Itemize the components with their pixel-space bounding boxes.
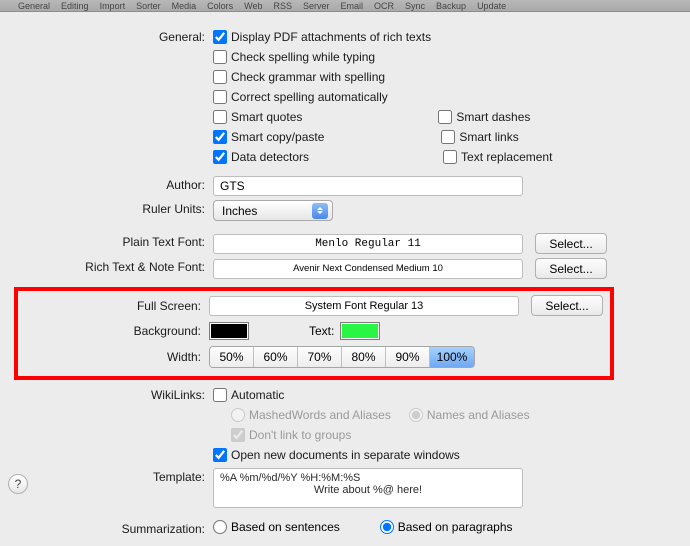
opt-check-spelling-typing[interactable]: Check spelling while typing	[213, 48, 672, 66]
summarization-paragraphs-radio[interactable]: Based on paragraphs	[380, 520, 513, 534]
background-color-well[interactable]	[209, 322, 249, 340]
width-segmented-control[interactable]: 50% 60% 70% 80% 90% 100%	[209, 346, 475, 368]
tab-sorter[interactable]: Sorter	[132, 1, 165, 11]
tab-sync[interactable]: Sync	[401, 1, 429, 11]
wikilinks-label: WikiLinks:	[18, 386, 213, 402]
opt-smart-quotes[interactable]: Smart quotes	[213, 108, 302, 126]
width-70[interactable]: 70%	[298, 347, 342, 367]
full-screen-highlight: Full Screen: System Font Regular 13 Sele…	[14, 287, 614, 380]
opt-correct-spelling[interactable]: Correct spelling automatically	[213, 88, 672, 106]
summarization-label: Summarization:	[18, 520, 213, 536]
tab-import[interactable]: Import	[96, 1, 130, 11]
text-color-label: Text:	[309, 324, 334, 338]
text-color-well[interactable]	[340, 322, 380, 340]
dropdown-arrows-icon	[312, 203, 328, 219]
plain-text-font-label: Plain Text Font:	[18, 233, 213, 249]
tab-editing[interactable]: Editing	[57, 1, 93, 11]
rich-text-font-select-button[interactable]: Select...	[535, 258, 607, 279]
tab-email[interactable]: Email	[337, 1, 368, 11]
tab-web[interactable]: Web	[240, 1, 266, 11]
width-60[interactable]: 60%	[254, 347, 298, 367]
preference-tabbar[interactable]: General Editing Import Sorter Media Colo…	[0, 0, 690, 12]
width-100[interactable]: 100%	[430, 347, 474, 367]
tab-rss[interactable]: RSS	[269, 1, 296, 11]
template-label: Template:	[18, 468, 213, 484]
opt-text-replacement[interactable]: Text replacement	[443, 148, 552, 166]
opt-smart-copy-paste[interactable]: Smart copy/paste	[213, 128, 324, 146]
author-label: Author:	[18, 176, 213, 192]
width-50[interactable]: 50%	[210, 347, 254, 367]
help-button[interactable]: ?	[8, 474, 28, 494]
preference-pane: General: Display PDF attachments of rich…	[0, 12, 690, 546]
ruler-units-label: Ruler Units:	[18, 200, 213, 216]
tab-ocr[interactable]: OCR	[370, 1, 398, 11]
ruler-units-select[interactable]: Inches	[213, 200, 333, 221]
width-label: Width:	[22, 350, 209, 364]
full-screen-font-field: System Font Regular 13	[209, 296, 519, 316]
opt-smart-links[interactable]: Smart links	[441, 128, 518, 146]
wikilinks-automatic[interactable]: Automatic	[213, 386, 672, 404]
opt-display-pdf[interactable]: Display PDF attachments of rich texts	[213, 28, 672, 46]
tab-server[interactable]: Server	[299, 1, 334, 11]
general-label: General:	[18, 28, 213, 44]
template-textarea[interactable]: %A %m/%d/%Y %H:%M:%S Write about %@ here…	[213, 468, 523, 508]
opt-check-grammar[interactable]: Check grammar with spelling	[213, 68, 672, 86]
tab-media[interactable]: Media	[168, 1, 201, 11]
wikilinks-mashed-radio[interactable]: MashedWords and Aliases	[231, 408, 391, 422]
wikilinks-names-radio[interactable]: Names and Aliases	[409, 408, 530, 422]
rich-text-font-field: Avenir Next Condensed Medium 10	[213, 259, 523, 279]
summarization-sentences-radio[interactable]: Based on sentences	[213, 520, 340, 534]
tab-backup[interactable]: Backup	[432, 1, 470, 11]
background-label: Background:	[22, 324, 209, 338]
width-90[interactable]: 90%	[386, 347, 430, 367]
plain-text-font-select-button[interactable]: Select...	[535, 233, 607, 254]
author-field[interactable]	[213, 176, 523, 196]
opt-smart-dashes[interactable]: Smart dashes	[438, 108, 530, 126]
plain-text-font-field: Menlo Regular 11	[213, 234, 523, 254]
open-new-documents[interactable]: Open new documents in separate windows	[213, 446, 672, 464]
tab-update[interactable]: Update	[473, 1, 510, 11]
full-screen-font-select-button[interactable]: Select...	[531, 295, 603, 316]
tab-colors[interactable]: Colors	[203, 1, 237, 11]
wikilinks-dontlink[interactable]: Don't link to groups	[231, 426, 672, 444]
width-80[interactable]: 80%	[342, 347, 386, 367]
full-screen-label: Full Screen:	[22, 299, 209, 313]
tab-general[interactable]: General	[14, 1, 54, 11]
opt-data-detectors[interactable]: Data detectors	[213, 148, 309, 166]
rich-text-font-label: Rich Text & Note Font:	[18, 258, 213, 274]
